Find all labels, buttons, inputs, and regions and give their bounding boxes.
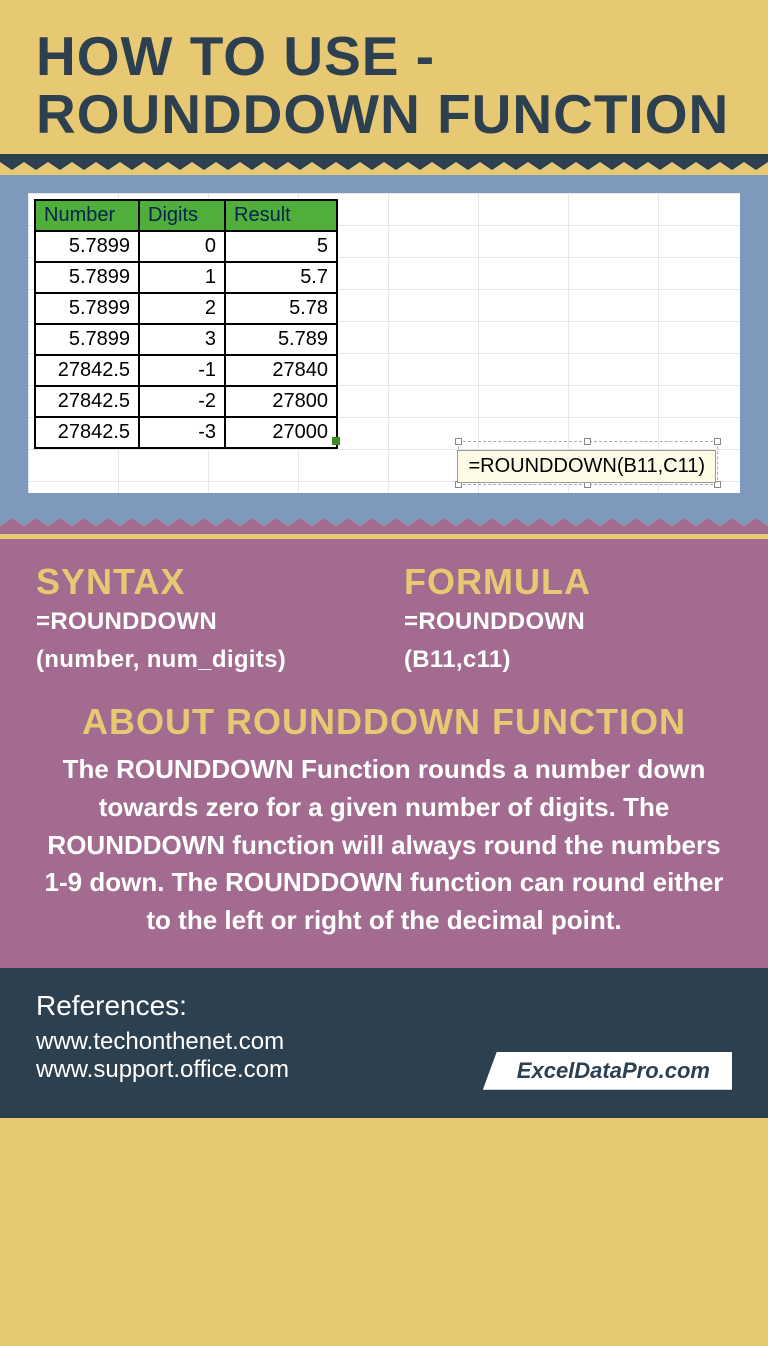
table-row: 5.789915.7 <box>35 262 337 293</box>
cell: 5.7899 <box>35 231 139 262</box>
cell: 5.7 <box>225 262 337 293</box>
cell: -1 <box>139 355 225 386</box>
info-section: SYNTAX =ROUNDDOWN (number, num_digits) F… <box>0 539 768 968</box>
table-header-row: Number Digits Result <box>35 200 337 231</box>
syntax-line2: (number, num_digits) <box>36 641 364 679</box>
cell: 2 <box>139 293 225 324</box>
table-row: 27842.5-327000 <box>35 417 337 448</box>
header-result: Result <box>225 200 337 231</box>
zigzag-divider <box>0 154 768 170</box>
excel-screenshot: Number Digits Result 5.789905 5.789915.7… <box>28 193 740 493</box>
cell: 27000 <box>225 417 337 448</box>
page-title: HOW TO USE - ROUNDDOWN FUNCTION <box>36 28 732 144</box>
syntax-line1: =ROUNDDOWN <box>36 603 364 641</box>
cell: -3 <box>139 417 225 448</box>
cell: 0 <box>139 231 225 262</box>
header-digits: Digits <box>139 200 225 231</box>
cell: 5.7899 <box>35 293 139 324</box>
references-section: References: www.techonthenet.com www.sup… <box>0 968 768 1118</box>
cell: 27842.5 <box>35 386 139 417</box>
table-row: 5.789925.78 <box>35 293 337 324</box>
title-line1: HOW TO USE - <box>36 25 435 87</box>
cell: 27840 <box>225 355 337 386</box>
about-body: The ROUNDDOWN Function rounds a number d… <box>36 751 732 939</box>
selection-handle <box>714 438 721 445</box>
cell: -2 <box>139 386 225 417</box>
cell: 27800 <box>225 386 337 417</box>
table-row: 5.789935.789 <box>35 324 337 355</box>
selection-handle <box>455 438 462 445</box>
cell: 1 <box>139 262 225 293</box>
about-heading: ABOUT ROUNDDOWN FUNCTION <box>36 701 732 743</box>
cell: 5.7899 <box>35 262 139 293</box>
header-number: Number <box>35 200 139 231</box>
references-heading: References: <box>36 990 732 1022</box>
formula-line2: (B11,c11) <box>404 641 732 679</box>
watermark-badge: ExcelDataPro.com <box>483 1052 732 1090</box>
example-section: Number Digits Result 5.789905 5.789915.7… <box>0 175 768 519</box>
title-line2: ROUNDDOWN FUNCTION <box>36 83 729 145</box>
reference-link: www.techonthenet.com <box>36 1028 732 1056</box>
formula-line1: =ROUNDDOWN <box>404 603 732 641</box>
selection-handle <box>584 438 591 445</box>
table-row: 27842.5-127840 <box>35 355 337 386</box>
cell: 5.789 <box>225 324 337 355</box>
cell: 27842.5 <box>35 355 139 386</box>
table-row: 27842.5-227800 <box>35 386 337 417</box>
cell: 27842.5 <box>35 417 139 448</box>
formula-block: FORMULA =ROUNDDOWN (B11,c11) <box>404 561 732 680</box>
syntax-heading: SYNTAX <box>36 561 364 603</box>
zigzag-divider <box>0 1330 768 1346</box>
cell: 5.78 <box>225 293 337 324</box>
syntax-block: SYNTAX =ROUNDDOWN (number, num_digits) <box>36 561 364 680</box>
table-row: 5.789905 <box>35 231 337 262</box>
cell-fill-handle <box>332 437 340 445</box>
header: HOW TO USE - ROUNDDOWN FUNCTION <box>0 0 768 154</box>
formula-heading: FORMULA <box>404 561 732 603</box>
cell: 5 <box>225 231 337 262</box>
example-table: Number Digits Result 5.789905 5.789915.7… <box>34 199 338 449</box>
cell: 5.7899 <box>35 324 139 355</box>
formula-tooltip: =ROUNDDOWN(B11,C11) <box>457 450 716 483</box>
cell: 3 <box>139 324 225 355</box>
zigzag-divider <box>0 518 768 534</box>
